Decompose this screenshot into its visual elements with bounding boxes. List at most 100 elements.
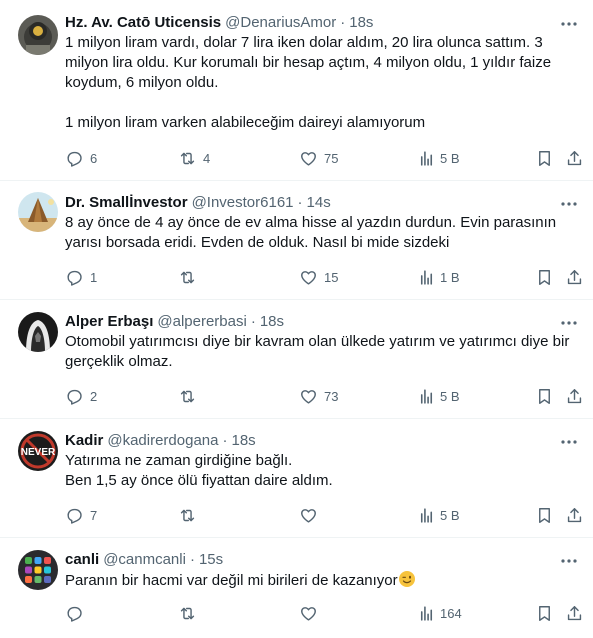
separator-dot: · (297, 194, 303, 211)
bookmark-icon (535, 149, 554, 168)
avatar[interactable]: NEVER (18, 431, 58, 471)
reply-icon (65, 268, 84, 287)
share-button[interactable] (565, 603, 584, 623)
bookmark-icon (535, 268, 554, 287)
avatar-text: NEVER (21, 447, 56, 458)
more-icon[interactable] (559, 432, 579, 452)
display-name[interactable]: canli (65, 550, 99, 570)
bookmark-icon (535, 506, 554, 525)
tweet-header: Kadir @kadirerdogana · 18s (65, 431, 579, 451)
separator-dot: · (250, 313, 256, 330)
tweet[interactable]: Dr. Smallİnvestor @Investor6161 · 14s 8 … (0, 181, 593, 300)
user-handle[interactable]: @Investor6161 (192, 193, 294, 213)
view-count: 164 (440, 605, 462, 621)
reply-count: 2 (90, 388, 98, 404)
retweet-button[interactable]: 4 (178, 148, 210, 168)
views-icon (417, 268, 436, 287)
views-icon (417, 604, 436, 623)
timestamp[interactable]: 15s (199, 550, 223, 570)
share-icon (565, 149, 584, 168)
tweet[interactable]: Alper Erbaşı @alpererbasi · 18s Otomobil… (0, 300, 593, 419)
tweet-header: Dr. Smallİnvestor @Investor6161 · 14s (65, 193, 579, 213)
retweet-button[interactable] (178, 505, 203, 525)
like-button[interactable]: 15 (299, 267, 338, 287)
views-button[interactable]: 5 B (417, 386, 460, 406)
avatar[interactable] (18, 15, 58, 55)
more-icon[interactable] (559, 551, 579, 571)
tweet[interactable]: Hz. Av. Catō Uticensis @DenariusAmor · 1… (0, 0, 593, 181)
display-name[interactable]: Hz. Av. Catō Uticensis (65, 13, 221, 33)
tweet-header: Hz. Av. Catō Uticensis @DenariusAmor · 1… (65, 13, 579, 33)
user-handle[interactable]: @DenariusAmor (225, 13, 336, 33)
share-button[interactable] (565, 148, 584, 168)
display-name[interactable]: Dr. Smallİnvestor (65, 193, 188, 213)
share-button[interactable] (565, 267, 584, 287)
reply-icon (65, 506, 84, 525)
view-count: 5 B (440, 150, 460, 166)
separator-dot: · (222, 432, 228, 449)
tweet-actions: 6 4 75 5 B (65, 148, 585, 168)
like-count: 15 (324, 269, 339, 285)
bookmark-button[interactable] (535, 386, 554, 406)
retweet-button[interactable] (178, 386, 203, 406)
retweet-button[interactable] (178, 603, 203, 623)
like-button[interactable]: 73 (299, 386, 338, 406)
more-icon[interactable] (559, 313, 579, 333)
reply-count: 6 (90, 150, 98, 166)
retweet-icon (178, 387, 197, 406)
avatar[interactable] (18, 192, 58, 232)
retweet-icon (178, 506, 197, 525)
reply-button[interactable]: 2 (65, 386, 97, 406)
display-name[interactable]: Kadir (65, 431, 103, 451)
timestamp[interactable]: 14s (307, 193, 331, 213)
like-icon (299, 604, 318, 623)
views-icon (417, 149, 436, 168)
more-icon[interactable] (559, 194, 579, 214)
user-handle[interactable]: @alpererbasi (157, 312, 246, 332)
bookmark-button[interactable] (535, 148, 554, 168)
views-button[interactable]: 5 B (417, 148, 460, 168)
timestamp[interactable]: 18s (349, 13, 373, 33)
view-count: 1 B (440, 269, 460, 285)
view-count: 5 B (440, 388, 460, 404)
share-button[interactable] (565, 505, 584, 525)
reply-button[interactable] (65, 603, 90, 623)
bookmark-button[interactable] (535, 267, 554, 287)
reply-button[interactable]: 6 (65, 148, 97, 168)
more-icon[interactable] (559, 14, 579, 34)
retweet-button[interactable] (178, 267, 203, 287)
views-button[interactable]: 164 (417, 603, 462, 623)
retweet-icon (178, 149, 197, 168)
like-icon (299, 268, 318, 287)
tweet[interactable]: canli @canmcanli · 15s Paranın bir hacmi… (0, 538, 593, 638)
share-button[interactable] (565, 386, 584, 406)
like-button[interactable] (299, 603, 324, 623)
like-button[interactable] (299, 505, 324, 525)
avatar[interactable] (18, 312, 58, 352)
display-name[interactable]: Alper Erbaşı (65, 312, 153, 332)
tweet[interactable]: NEVER Kadir @kadirerdogana · 18s Yatırım… (0, 419, 593, 538)
timestamp[interactable]: 18s (231, 431, 255, 451)
separator-dot: · (189, 551, 195, 568)
like-button[interactable]: 75 (299, 148, 338, 168)
bookmark-button[interactable] (535, 505, 554, 525)
share-icon (565, 506, 584, 525)
tweet-header: canli @canmcanli · 15s (65, 550, 579, 570)
user-handle[interactable]: @canmcanli (103, 550, 186, 570)
tweet-text: 8 ay önce de 4 ay önce de ev alma hisse … (65, 214, 557, 251)
tweet-text: 1 milyon liram vardı, dolar 7 lira iken … (65, 34, 552, 131)
views-icon (417, 506, 436, 525)
bookmark-button[interactable] (535, 603, 554, 623)
reply-button[interactable]: 1 (65, 267, 97, 287)
tweet-actions: 7 5 B (65, 505, 585, 525)
like-icon (299, 149, 318, 168)
like-count: 73 (324, 388, 339, 404)
views-button[interactable]: 5 B (417, 505, 460, 525)
like-count: 75 (324, 150, 339, 166)
user-handle[interactable]: @kadirerdogana (107, 431, 218, 451)
reply-button[interactable]: 7 (65, 505, 97, 525)
views-button[interactable]: 1 B (417, 267, 460, 287)
timestamp[interactable]: 18s (260, 312, 284, 332)
reply-count: 7 (90, 507, 98, 523)
avatar[interactable] (18, 550, 58, 590)
